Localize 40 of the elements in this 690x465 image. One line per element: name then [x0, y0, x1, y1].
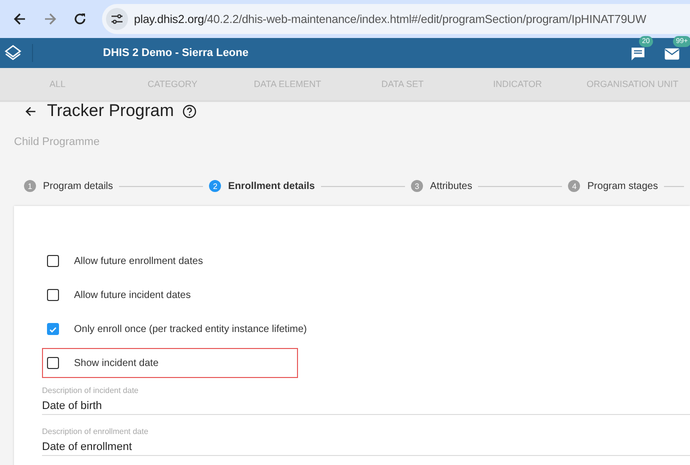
- checkbox-label: Only enroll once (per tracked entity instance lifetime): [74, 324, 307, 334]
- stepper-step[interactable]: 2 Enrollment details: [209, 180, 315, 192]
- checkbox-label: Allow future enrollment dates: [74, 256, 203, 266]
- step-label: Attributes: [430, 180, 472, 192]
- step-number: 3: [411, 180, 423, 192]
- reload-icon[interactable]: [72, 11, 88, 27]
- field-value: Date of birth: [42, 400, 103, 412]
- step-number: 1: [24, 180, 36, 192]
- field-label: Description of enrollment date: [42, 427, 150, 436]
- field-label: Description of incident date: [42, 386, 140, 395]
- checkbox[interactable]: [47, 255, 59, 267]
- text-field[interactable]: Description of enrollment date Date of enrollment: [42, 423, 690, 456]
- checkbox-label: Allow future incident dates: [74, 290, 191, 300]
- step-label: Program stages: [587, 180, 658, 192]
- program-name: Child Programme: [14, 136, 101, 148]
- layers-logo-icon[interactable]: [4, 44, 33, 62]
- address-bar[interactable]: play.dhis2.org/40.2.2/dhis-web-maintenance/index.html#/edit/programSection/program/IpHINAT79UW: [102, 4, 690, 34]
- page-title: Tracker Program: [47, 101, 174, 121]
- stepper-step[interactable]: 1 Program details: [24, 180, 114, 192]
- back-arrow-icon[interactable]: [12, 11, 28, 27]
- text-field[interactable]: Description of incident date Date of birth: [42, 382, 690, 415]
- step-number: 2: [209, 180, 222, 192]
- step-label: Enrollment details: [228, 180, 315, 192]
- checkbox-label: Show incident date: [74, 358, 159, 368]
- app-title: DHIS 2 Demo - Sierra Leone: [103, 47, 250, 59]
- chat-icon[interactable]: [630, 46, 646, 62]
- forward-arrow-icon[interactable]: [42, 11, 58, 27]
- checkbox[interactable]: [47, 357, 59, 369]
- mail-icon[interactable]: [664, 46, 680, 62]
- help-icon[interactable]: [182, 104, 197, 118]
- step-number: 4: [568, 180, 580, 192]
- back-arrow-icon[interactable]: [24, 104, 37, 118]
- stepper-step[interactable]: 4 Program stages: [568, 180, 658, 192]
- stepper-step[interactable]: 3 Attributes: [411, 180, 472, 192]
- field-value: Date of enrollment: [42, 441, 133, 453]
- checkbox[interactable]: [47, 323, 59, 335]
- url-text: play.dhis2.org/40.2.2/dhis-web-maintenance/index.html#/edit/programSection/program/IpHINAT79UW: [134, 12, 646, 26]
- site-settings-icon[interactable]: [106, 8, 128, 30]
- step-label: Program details: [43, 180, 114, 192]
- checkbox[interactable]: [47, 289, 59, 301]
